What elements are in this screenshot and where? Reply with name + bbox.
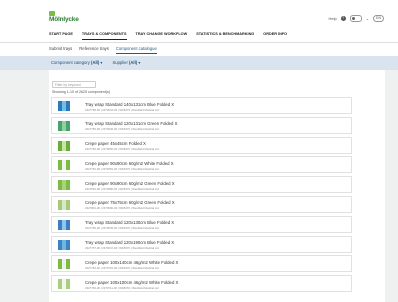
component-meta: 2327801-00 | 2373690-00 | WF8470 | Westf…	[85, 206, 159, 211]
component-meta: 2327764-00 | 2373710-00 | WF8470 | Westf…	[85, 265, 159, 270]
sub-tabs: Submit trays Reference trays Component cat…	[0, 42, 398, 57]
product-thumbnail	[58, 140, 70, 151]
search-input[interactable]: Filter by keyword	[52, 81, 96, 88]
list-item[interactable]: Tray wrap Standard 120x131cm Green Folde…	[51, 116, 352, 134]
result-count: Showing 1-10 of 2625 component(s)	[52, 90, 110, 94]
help-label: Help	[328, 16, 337, 21]
product-thumbnail	[58, 259, 70, 270]
component-meta: 2327759-00 | 2373645-00 | WF8470 | Westf…	[85, 226, 159, 231]
brand-logo[interactable]: Mölnlycke	[49, 11, 85, 24]
component-title[interactable]: Tray wrap Standard 140x131cm Blue Folded…	[85, 102, 174, 107]
help-link[interactable]: Help	[329, 16, 337, 21]
tab-component-catalogue[interactable]: Component catalogue	[115, 46, 157, 54]
component-meta: 2327760-00 | 2373650-00 | WF8470 | Westf…	[85, 147, 159, 152]
nav-item-order-info[interactable]: ORDER INFO	[263, 32, 287, 40]
product-thumbnail	[58, 180, 70, 191]
product-thumbnail	[58, 219, 70, 230]
component-title[interactable]: Crepe paper 100x100cm 46g/m2 White Folde…	[85, 280, 178, 285]
main-nav: START PAGE TRAYS & COMPONENTS TRAY CHANGE …	[49, 32, 287, 40]
component-meta: 2327756-00 | 2373646-00 | WF8470 | Westf…	[85, 127, 159, 132]
component-title[interactable]: Tray wrap Standard 120x190cm Blue Folded…	[85, 240, 174, 245]
list-item[interactable]: Crepe paper 100x100cm 46g/m2 White Folde…	[51, 275, 352, 293]
supplier-value: (All)	[129, 60, 138, 65]
component-category-filter[interactable]: Component category (All) ▾	[51, 60, 102, 65]
settings-toggle[interactable]	[349, 15, 362, 22]
list-item[interactable]: Crepe paper 90x90cm 60g/m2 White Folded …	[51, 156, 352, 174]
list-item[interactable]: Crepe paper 45x45cm Folded X 2327760-00 |…	[51, 136, 352, 154]
product-thumbnail	[58, 199, 70, 210]
component-category-label: Component category	[51, 60, 90, 65]
nav-item-statistics-benchmarking[interactable]: STATISTICS & BENCHMARKING	[196, 32, 254, 40]
component-category-value: (All)	[91, 60, 100, 65]
component-title[interactable]: Crepe paper 45x45cm Folded X	[85, 141, 146, 146]
language-label: EN	[376, 16, 381, 20]
filter-bar: Component category (All) ▾ Supplier (All…	[0, 56, 398, 70]
tab-submit-trays[interactable]: Submit trays	[49, 46, 72, 54]
component-meta: 2327766-00 | 2373711-00 | WF8470 | Westf…	[85, 285, 159, 290]
product-thumbnail	[58, 239, 70, 250]
list-item[interactable]: Tray wrap Standard 140x131cm Blue Folded…	[51, 97, 352, 114]
product-thumbnail	[58, 101, 70, 111]
component-meta: 2327757-00 | 2373647-00 | WF8470 | Westf…	[85, 246, 159, 251]
list-item[interactable]: Tray wrap Standard 120x130cm Blue Folded…	[51, 215, 352, 233]
supplier-filter[interactable]: Supplier (All) ▾	[112, 60, 140, 65]
product-thumbnail	[58, 279, 70, 290]
component-meta: 2327758-00 | 2373644-00 | WF8470 | Westf…	[85, 107, 159, 112]
header-tools: Help ? ⌄ EN	[329, 15, 384, 22]
tab-reference-trays[interactable]: Reference trays	[79, 46, 109, 54]
supplier-label: Supplier	[112, 60, 128, 65]
logo-text: Mölnlycke	[49, 16, 79, 23]
language-selector[interactable]: EN	[373, 15, 384, 22]
component-title[interactable]: Tray wrap Standard 120x130cm Blue Folded…	[85, 220, 174, 225]
nav-item-start-page[interactable]: START PAGE	[49, 32, 73, 40]
chevron-down-icon: ▾	[100, 60, 103, 65]
component-title[interactable]: Crepe paper 90x90cm 60g/m2 Green Folded …	[85, 181, 175, 186]
list-item[interactable]: Crepe paper 75x75cm 60g/m2 Green Folded …	[51, 195, 352, 213]
product-thumbnail	[58, 160, 70, 171]
component-title[interactable]: Tray wrap Standard 120x131cm Green Folde…	[85, 121, 178, 126]
search-placeholder: Filter by keyword	[55, 83, 81, 87]
chevron-down-icon: ▾	[138, 60, 141, 65]
nav-item-trays-components[interactable]: TRAYS & COMPONENTS	[81, 32, 127, 40]
component-title[interactable]: Crepe paper 90x90cm 60g/m2 White Folded …	[85, 161, 174, 166]
list-item[interactable]: Crepe paper 100x140cm 46g/m2 White Folde…	[51, 255, 352, 273]
question-icon[interactable]: ?	[340, 16, 346, 21]
list-item[interactable]: Tray wrap Standard 120x190cm Blue Folded…	[51, 235, 352, 253]
nav-item-tray-change-workflow[interactable]: TRAY CHANGE WORKFLOW	[136, 32, 188, 40]
component-title[interactable]: Crepe paper 100x140cm 46g/m2 White Folde…	[85, 260, 178, 265]
component-meta: 2327762-00 | 2373652-00 | WF8470 | Westf…	[85, 166, 159, 171]
list-item[interactable]: Crepe paper 90x90cm 60g/m2 Green Folded …	[51, 176, 352, 194]
component-list: Tray wrap Standard 140x131cm Blue Folded…	[51, 97, 352, 295]
chevron-down-icon[interactable]: ⌄	[366, 16, 369, 21]
component-meta: 2327810-00 | 2373680-00 | WF8470 | Westf…	[85, 186, 159, 191]
catalogue-panel: Filter by keyword Showing 1-10 of 2625 c…	[49, 70, 385, 302]
product-thumbnail	[58, 120, 70, 131]
component-title[interactable]: Crepe paper 75x75cm 60g/m2 Green Folded …	[85, 200, 175, 205]
